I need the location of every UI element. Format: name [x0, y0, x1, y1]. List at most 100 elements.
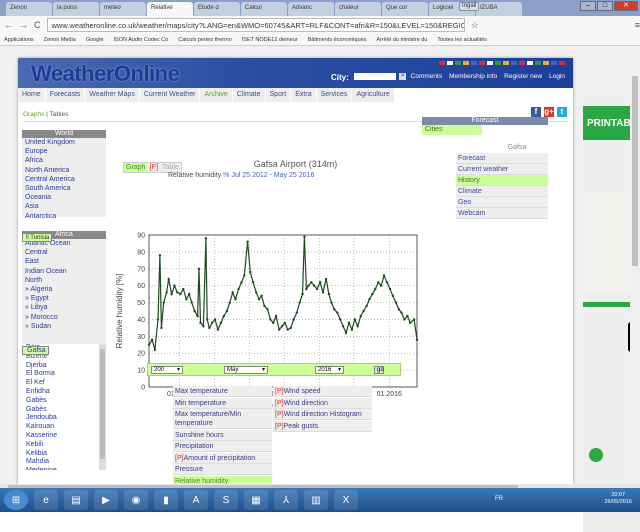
nav-item[interactable]: Sport — [266, 88, 292, 102]
forecast-item[interactable]: Climate — [456, 186, 548, 197]
browser-tab[interactable]: Zenon — [6, 2, 52, 16]
skype-icon[interactable]: S — [214, 490, 238, 510]
year-select[interactable]: 2016 ▾ — [315, 366, 344, 374]
nav-item[interactable]: Extra — [291, 88, 317, 102]
flag-icon[interactable] — [439, 61, 445, 65]
flag-icon[interactable] — [535, 61, 541, 65]
bookmark[interactable]: Applications — [4, 37, 34, 43]
city-list-scrollbar[interactable] — [99, 344, 106, 470]
africa-region[interactable]: » Sudan — [22, 322, 106, 331]
document-icon[interactable]: ▦ — [244, 490, 268, 510]
flag-icon[interactable] — [447, 61, 453, 65]
top-link[interactable]: Membership info — [449, 73, 497, 80]
flag-icon[interactable] — [519, 61, 525, 65]
media-player-icon[interactable]: ▶ — [94, 490, 118, 510]
parameter-item[interactable]: Sunshine hours — [173, 429, 272, 441]
profile-button[interactable]: Ingall — [459, 2, 480, 11]
language-indicator[interactable]: FR — [495, 496, 503, 502]
parameter-item[interactable]: [P]Wind direction — [273, 397, 372, 409]
browser-tab[interactable]: Relative — [147, 2, 193, 16]
africa-region[interactable]: East — [22, 257, 106, 266]
world-region[interactable]: Antarctica — [22, 212, 106, 221]
flag-icon[interactable] — [511, 61, 517, 65]
chrome-icon[interactable]: ◉ — [124, 490, 148, 510]
calculator-icon[interactable]: ▥ — [304, 490, 328, 510]
parameter-item[interactable]: [P]Amount of precipitation — [173, 452, 272, 464]
file-explorer-icon[interactable]: ▤ — [64, 490, 88, 510]
africa-region[interactable]: » Egypt — [22, 294, 106, 303]
world-region[interactable]: Asia — [22, 202, 106, 211]
flag-icon[interactable] — [479, 61, 485, 65]
flag-icon[interactable] — [471, 61, 477, 65]
browser-tab[interactable]: meteo — [100, 2, 146, 16]
world-region[interactable]: Oceania — [22, 193, 106, 202]
graph-tab[interactable]: Graph — [124, 163, 148, 172]
url-input[interactable]: www.weatheronline.co.uk/weather/maps/cit… — [46, 18, 465, 32]
cities-link[interactable]: Cities — [422, 125, 482, 135]
browser-tab[interactable]: Advanc — [288, 2, 334, 16]
facebook-icon[interactable]: f — [531, 107, 541, 117]
nav-item[interactable]: Services — [317, 88, 353, 102]
start-button[interactable]: ⊞ — [4, 490, 28, 510]
parameter-item[interactable]: Min temperature — [173, 397, 272, 409]
world-region[interactable]: South America — [22, 184, 106, 193]
period-select[interactable]: 200 ▾ — [151, 366, 183, 374]
browser-tab[interactable]: Calcul — [241, 2, 287, 16]
month-select[interactable]: May ▾ — [224, 366, 268, 374]
city-item[interactable]: Kebili — [22, 441, 106, 450]
bookmark[interactable]: Toutes les actualités — [437, 37, 487, 43]
flag-icon[interactable] — [455, 61, 461, 65]
browser-tab[interactable]: Etude d — [194, 2, 240, 16]
bookmark[interactable]: Bâtiments économiques — [308, 37, 367, 43]
bookmark[interactable]: Google — [86, 37, 104, 43]
bookmark[interactable]: Arrêté du ministre du — [376, 37, 427, 43]
city-item[interactable]: Gabès — [22, 397, 106, 406]
flag-icon[interactable] — [495, 61, 501, 65]
browser-tab[interactable]: la puiss — [53, 2, 99, 16]
parameter-item[interactable]: Precipitation — [173, 441, 272, 452]
flag-icon[interactable] — [559, 61, 565, 65]
africa-region[interactable]: » Libya — [22, 303, 106, 312]
forward-icon[interactable]: → — [19, 20, 28, 30]
browser-tab[interactable]: IZUBA — [476, 2, 522, 16]
clock[interactable]: 20:07 26/05/2016 — [604, 492, 632, 506]
nav-item[interactable]: Climate — [233, 88, 266, 102]
menu-icon[interactable]: ≡ — [635, 20, 640, 30]
parameter-item[interactable]: Max temperature/Min temperature — [173, 409, 272, 429]
city-item[interactable]: Enfidha — [22, 388, 106, 397]
bookmark[interactable]: ISET NODE12 demeur — [242, 37, 298, 43]
excel-icon[interactable]: X — [334, 490, 358, 510]
city-search-input[interactable] — [354, 73, 396, 80]
google-plus-icon[interactable]: g+ — [544, 107, 554, 117]
star-icon[interactable]: ☆ — [471, 20, 479, 31]
city-item[interactable]: Kelibia — [22, 450, 106, 459]
flag-icon[interactable] — [503, 61, 509, 65]
nav-item[interactable]: Forecasts — [46, 88, 86, 102]
bookmark[interactable]: Calculs pertes thermo — [178, 37, 232, 43]
parameter-item[interactable]: [P]Wind direction Histogram — [273, 409, 372, 420]
city-search-button[interactable]: > — [399, 73, 406, 80]
browser-tab[interactable]: Que cor — [382, 2, 428, 16]
city-item[interactable]: El Borma — [22, 370, 106, 379]
top-link[interactable]: Login — [549, 73, 565, 80]
africa-region[interactable]: ll Tunisia — [22, 233, 53, 243]
city-item[interactable]: Gabès — [22, 406, 106, 415]
city-list[interactable]: BéjaBizerteDjerbaEl BormaEl KefEnfidhaGa… — [22, 344, 106, 470]
forecast-item[interactable]: Webcam — [456, 208, 548, 219]
nav-item[interactable]: Home — [18, 88, 46, 102]
back-icon[interactable]: ← — [4, 20, 13, 30]
forecast-item[interactable]: History — [456, 175, 548, 186]
city-item[interactable]: Medenine — [22, 467, 106, 470]
flag-icon[interactable] — [487, 61, 493, 65]
africa-region[interactable]: » Morocco — [22, 313, 106, 322]
logo[interactable]: WeatherOnline — [31, 61, 180, 87]
parameter-item[interactable]: [P]Peak gusts — [273, 420, 372, 432]
twitter-icon[interactable]: t — [557, 107, 567, 117]
top-link[interactable]: Comments — [411, 73, 442, 80]
bookmark[interactable]: ISON Audio Codec Co — [114, 37, 169, 43]
flag-icon[interactable] — [463, 61, 469, 65]
table-tab[interactable]: Table — [160, 163, 181, 172]
africa-region[interactable]: Indian Ocean — [22, 267, 106, 276]
flag-icon[interactable] — [551, 61, 557, 65]
city-item[interactable]: El Kef — [22, 379, 106, 388]
